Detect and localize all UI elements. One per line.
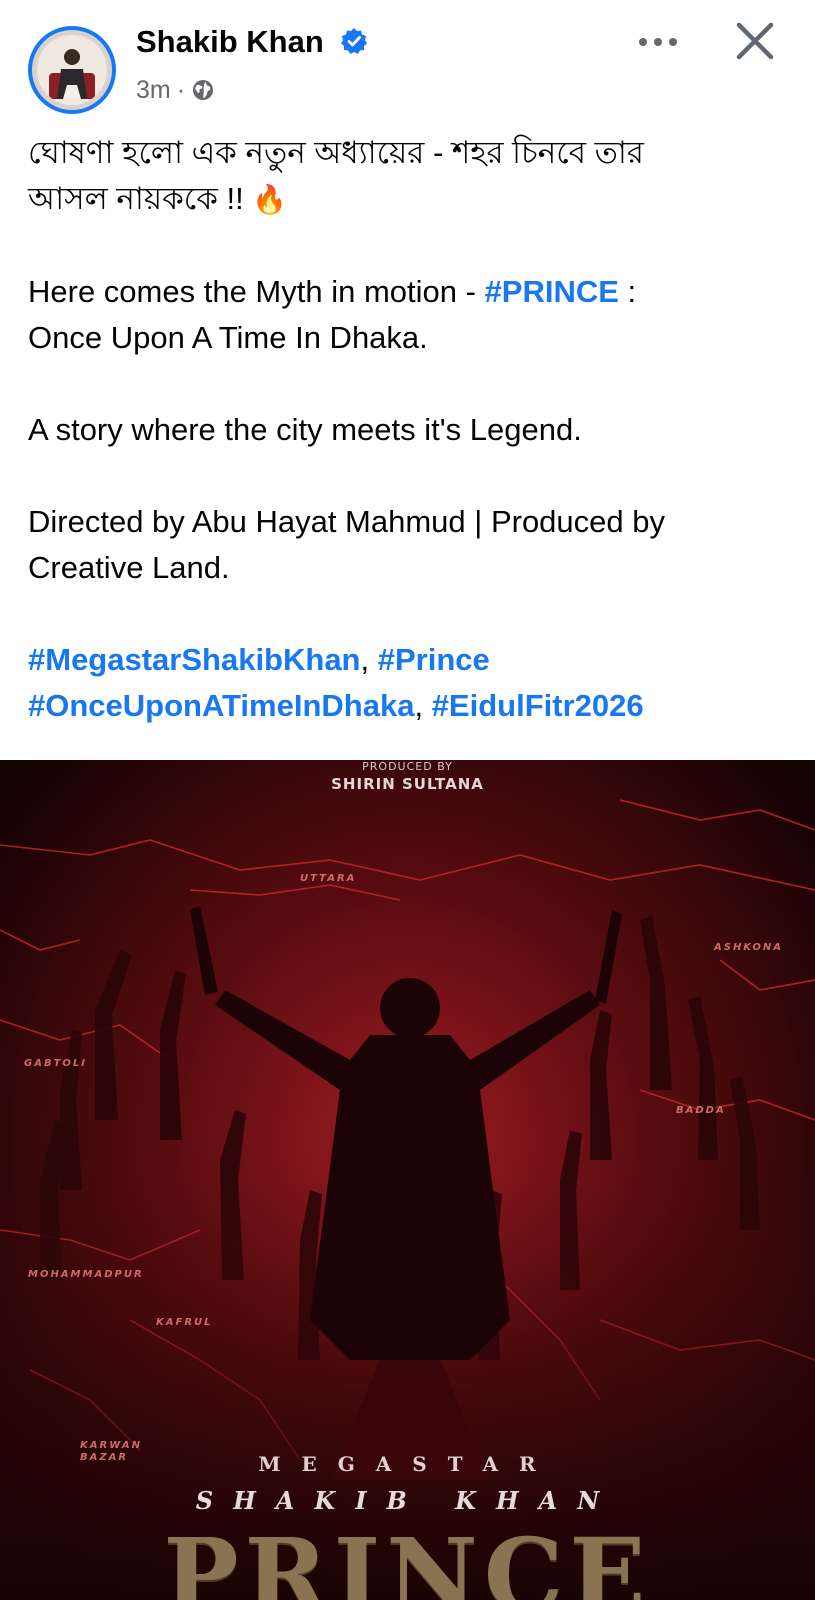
avatar[interactable] [28, 26, 116, 114]
poster-place-uttara: UTTARA [300, 873, 357, 884]
hashtag-megastar-link[interactable]: #MegastarShakibKhan [28, 642, 361, 677]
author-name-text[interactable]: Shakib Khan [136, 24, 324, 59]
hashtag-comma-1: , [360, 642, 378, 677]
poster-producer-name: SHIRIN SULTANA [331, 775, 484, 793]
hashtag-prince-link[interactable]: #PRINCE [485, 274, 619, 309]
bengali-line-2-text: আসল নায়ককে !! [28, 181, 244, 216]
poster-place-badda: BADDA [676, 1105, 726, 1116]
post-timestamp[interactable]: 3m [136, 76, 171, 104]
post-header: Shakib Khan 3m · [0, 0, 815, 120]
fire-emoji: 🔥 [252, 184, 288, 215]
meta-separator: · [176, 76, 186, 104]
post-line-bengali-1: ঘোষণা হলো এক নতুন অধ্যায়ের - শহর চিনবে … [28, 135, 644, 170]
post-line-subtitle: Once Upon A Time In Dhaka. [28, 320, 428, 355]
poster-produced-by-label: PRODUCED BY [362, 760, 453, 773]
post-line-myth: Here comes the Myth in motion - #PRINCE … [28, 269, 788, 315]
poster-place-ashkona: ASHKONA [714, 942, 784, 953]
myth-line-suffix: : [618, 274, 637, 309]
post-hashtags-line-2: #OnceUponATimeInDhaka, #EidulFitr2026 [28, 683, 788, 729]
hashtag-onceupon-link[interactable]: #OnceUponATimeInDhaka [28, 688, 414, 723]
post-image[interactable]: PRODUCED BY SHIRIN SULTANA UTTARA ASHKON… [0, 760, 815, 1600]
more-options-icon[interactable] [634, 28, 682, 56]
post-line-directed: Directed by Abu Hayat Mahmud | Produced … [28, 504, 665, 539]
post-hashtags-line-1: #MegastarShakibKhan, #Prince [28, 637, 788, 683]
globe-icon [193, 80, 214, 100]
post-body: ঘোষণা হলো এক নতুন অধ্যায়ের - শহর চিনবে … [28, 130, 788, 729]
post-line-bengali-2: আসল নায়ককে !! 🔥 [28, 176, 788, 223]
poster-title: PRINCE [163, 1516, 652, 1600]
poster-megastar: MEGASTAR [258, 1452, 557, 1476]
post-meta: 3m · [136, 76, 215, 105]
poster-place-kafrul: KAFRUL [156, 1317, 213, 1328]
poster-hero-name: SHAKIB KHAN [195, 1486, 620, 1515]
hashtag-prince-2-link[interactable]: #Prince [378, 642, 490, 677]
close-icon[interactable] [734, 20, 776, 62]
post-line-story: A story where the city meets it's Legend… [28, 412, 582, 447]
verified-badge-icon [341, 28, 368, 54]
myth-line-prefix: Here comes the Myth in motion - [28, 274, 485, 309]
hashtag-comma-2: , [414, 688, 432, 723]
poster-place-mohammadpur: MOHAMMADPUR [28, 1269, 144, 1280]
post-line-produced: Creative Land. [28, 550, 230, 585]
poster-place-gabtoli: GABTOLI [24, 1058, 87, 1069]
hashtag-eid-link[interactable]: #EidulFitr2026 [432, 688, 644, 723]
author-name[interactable]: Shakib Khan [136, 24, 368, 60]
